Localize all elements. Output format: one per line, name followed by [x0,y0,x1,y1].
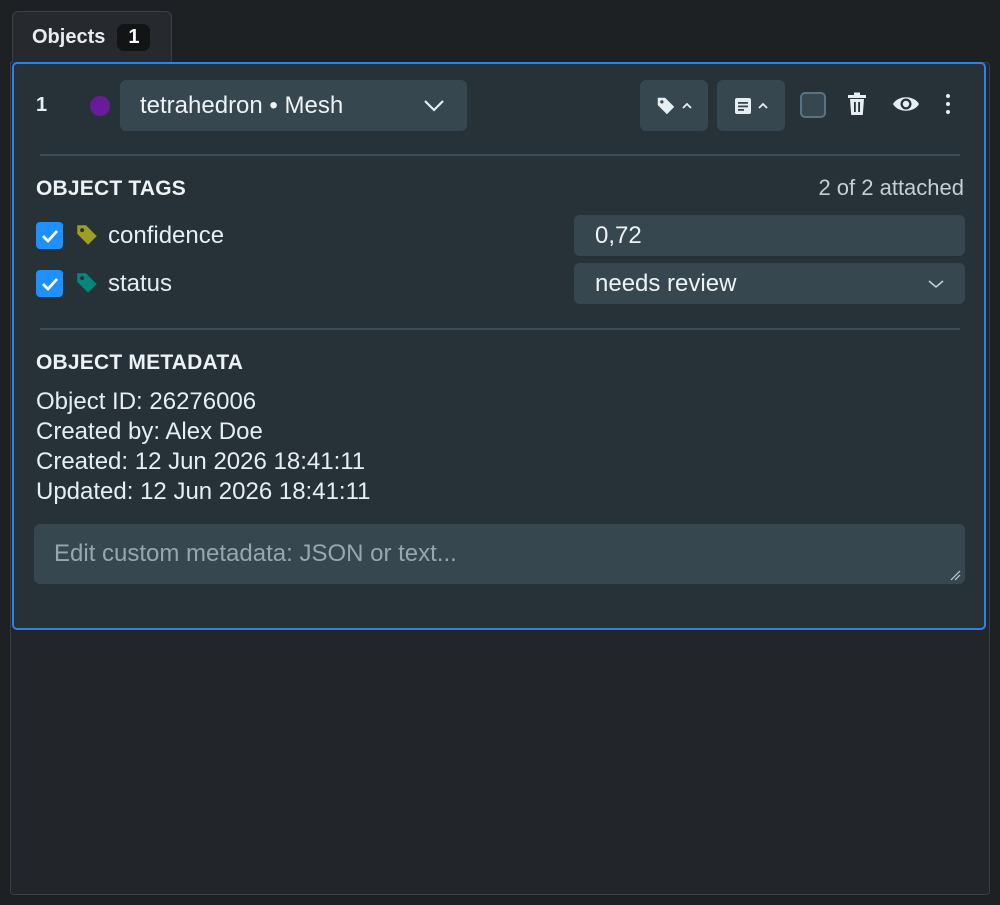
tags-toggle-button[interactable] [640,80,708,131]
check-icon [41,229,58,243]
metadata-toggle-button[interactable] [717,80,785,131]
tags-attached-count: 2 of 2 attached [818,175,964,200]
tab-objects[interactable]: Objects 1 [12,11,172,63]
delete-button[interactable] [846,92,868,121]
resize-handle-icon[interactable] [949,569,961,581]
metadata-updated: Updated: 12 Jun 2026 18:41:11 [36,478,371,505]
tag-value-text: 0,72 [595,221,642,249]
metadata-created-by: Created by: Alex Doe [36,418,263,445]
chevron-down-icon [424,99,444,112]
select-object-checkbox[interactable] [800,92,826,118]
tag-checkbox-status[interactable] [36,270,63,297]
more-vertical-icon [946,94,950,114]
tag-icon [77,273,97,293]
custom-metadata-placeholder: Edit custom metadata: JSON or text... [54,540,457,567]
tab-label: Objects [32,26,106,48]
objects-window: Objects 1 1 tetrahedron • Mesh OBJECT TA… [0,0,1000,905]
chevron-down-icon [928,279,944,288]
metadata-created: Created: 12 Jun 2026 18:41:11 [36,448,366,475]
metadata-object-id: Object ID: 26276006 [36,388,257,415]
eye-icon [893,97,919,111]
tag-name-status: status [108,270,173,297]
object-type-select[interactable]: tetrahedron • Mesh [120,80,467,131]
visibility-button[interactable] [892,93,920,120]
custom-metadata-textarea[interactable]: Edit custom metadata: JSON or text... [34,524,965,584]
tag-icon [77,225,97,245]
trash-icon [848,92,866,115]
tag-name-confidence: confidence [108,222,225,249]
tag-icon [657,97,675,114]
check-icon [41,277,58,291]
metadata-section-title: OBJECT METADATA [36,351,244,374]
notes-icon [735,97,751,114]
tag-checkbox-confidence[interactable] [36,222,63,249]
tags-section-title: OBJECT TAGS [36,177,186,200]
object-index: 1 [36,94,48,116]
divider [40,328,960,330]
tag-value-select-status[interactable]: needs review [574,263,965,304]
object-type-label: tetrahedron • Mesh [140,91,344,119]
divider [40,154,960,156]
object-card[interactable]: 1 tetrahedron • Mesh OBJECT TAGS 2 of 2 … [12,62,986,630]
chevron-up-icon [682,102,692,109]
tag-value-input-confidence[interactable]: 0,72 [574,215,965,256]
more-options-button[interactable] [944,93,952,120]
object-color-swatch[interactable] [90,96,110,116]
chevron-up-icon [758,102,768,109]
tag-value-text: needs review [595,269,737,297]
tab-count-badge: 1 [117,24,151,51]
